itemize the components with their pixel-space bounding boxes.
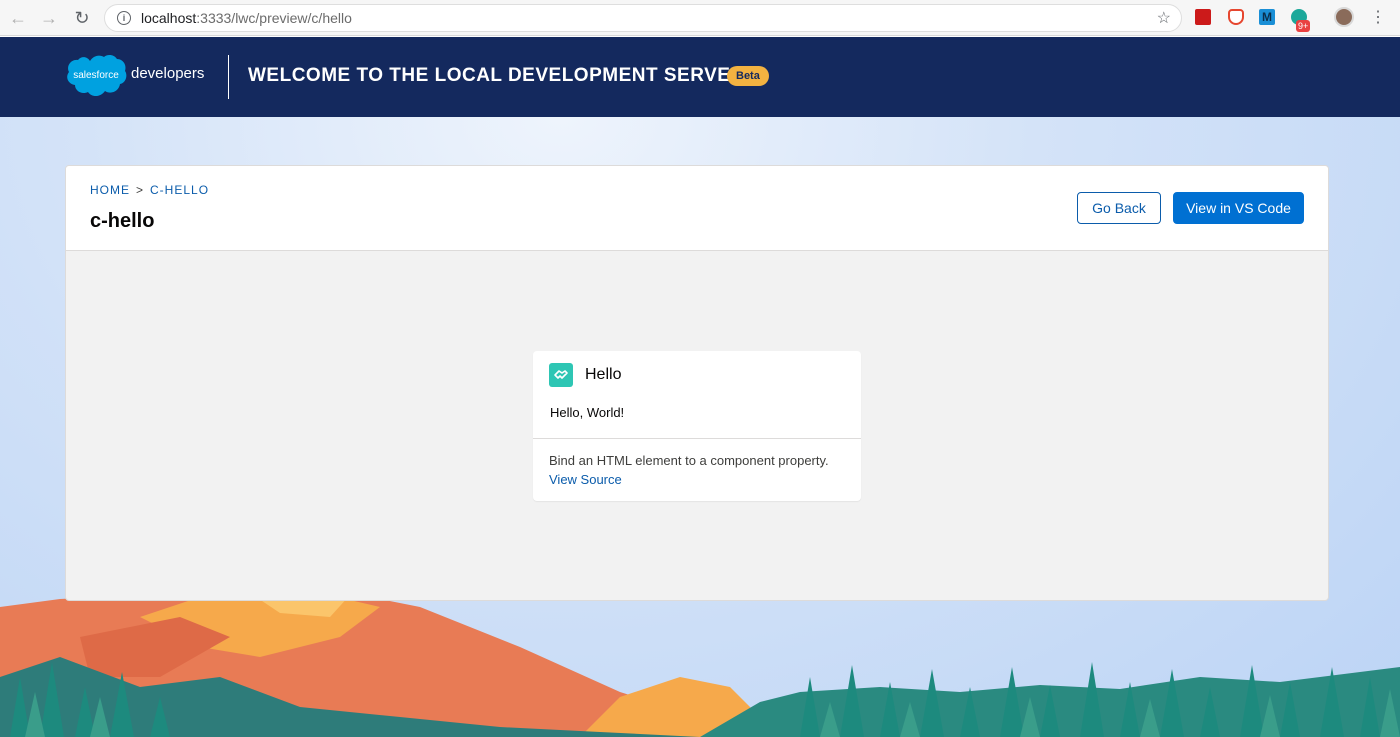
page-title: c-hello <box>90 210 155 232</box>
beta-badge: Beta <box>727 66 769 86</box>
shield-icon[interactable] <box>1228 9 1244 25</box>
extension-badge: 9+ <box>1296 20 1311 32</box>
menu-kebab-icon[interactable]: ⋮ <box>1370 8 1386 28</box>
breadcrumb-current[interactable]: C-HELLO <box>150 183 209 197</box>
breadcrumb: HOME > C-HELLO <box>90 183 209 197</box>
component-divider <box>533 438 861 439</box>
component-title: Hello <box>585 366 622 383</box>
bookmark-star-icon[interactable]: ☆ <box>1157 8 1171 28</box>
hello-component-card: Hello Hello, World! Bind an HTML element… <box>533 351 861 501</box>
component-description: Bind an HTML element to a component prop… <box>549 453 829 468</box>
logo-text: salesforce <box>73 70 119 81</box>
extension-m-icon[interactable]: M <box>1259 9 1275 25</box>
forward-arrow-icon[interactable]: → <box>37 6 61 30</box>
handshake-icon <box>549 363 573 387</box>
header-divider <box>228 55 229 99</box>
back-arrow-icon[interactable]: ← <box>6 6 30 30</box>
address-bar[interactable]: i localhost:3333/lwc/preview/c/hello ☆ <box>104 4 1182 32</box>
header-title: Welcome to the Local Development Server <box>248 65 745 86</box>
view-in-vscode-button[interactable]: View in VS Code <box>1173 192 1304 224</box>
browser-toolbar: ← → ↻ i localhost:3333/lwc/preview/c/hel… <box>0 0 1400 36</box>
go-back-button[interactable]: Go Back <box>1077 192 1161 224</box>
brand-developers-text: developers <box>131 65 205 82</box>
extension-icon[interactable] <box>1195 9 1211 25</box>
profile-avatar[interactable] <box>1334 7 1354 27</box>
component-body-text: Hello, World! <box>550 405 625 420</box>
preview-card-header: HOME > C-HELLO c-hello Go Back View in V… <box>66 166 1328 251</box>
reload-icon[interactable]: ↻ <box>70 6 94 30</box>
breadcrumb-separator: > <box>136 183 145 197</box>
info-icon[interactable]: i <box>117 11 131 25</box>
url-text[interactable]: localhost:3333/lwc/preview/c/hello <box>141 10 352 26</box>
view-source-link[interactable]: View Source <box>549 472 622 487</box>
salesforce-cloud-logo: salesforce <box>67 54 127 97</box>
breadcrumb-home[interactable]: HOME <box>90 183 130 197</box>
site-header: salesforce developers Welcome to the Loc… <box>0 37 1400 117</box>
